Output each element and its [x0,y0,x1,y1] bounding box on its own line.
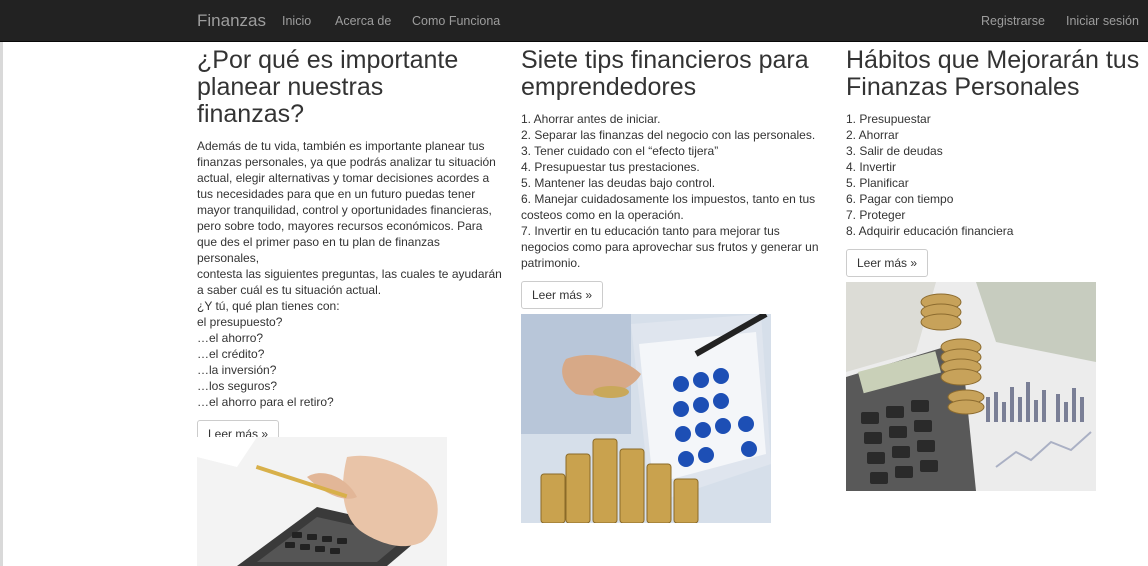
list-item: patrimonio. [521,256,581,270]
calculator-coins-image [521,314,771,523]
brand-link[interactable]: Finanzas [197,11,266,31]
calculator-hand-illustration [197,437,447,566]
calculator-banknotes-image [846,282,1096,491]
body-line: pero sobre todo, mayores recursos económ… [197,219,483,233]
article-body: Además de tu vida, también es importante… [197,138,502,410]
nav-link-inicio[interactable]: Inicio [282,13,311,29]
body-line: contesta las siguientes preguntas, las c… [197,267,502,281]
body-line: finanzas personales, ya que podrás anali… [197,155,496,169]
list-item: 1. Ahorrar antes de iniciar. [521,112,661,126]
list-item: negocios como para aprovechar sus frutos… [521,240,819,254]
calculator-hand-image [197,437,447,566]
calculator-coins-illustration [521,314,771,523]
nav-link-registrarse[interactable]: Registrarse [981,13,1045,29]
list-item: 4. Presupuestar tus prestaciones. [521,160,700,174]
top-navbar: Finanzas Inicio Acerca de Como Funciona … [0,0,1148,42]
list-item: 3. Tener cuidado con el “efecto tijera” [521,144,719,158]
body-line: ¿Y tú, qué plan tienes con: [197,299,340,313]
body-line: …el ahorro para el retiro? [197,395,334,409]
list-item: 2. Ahorrar [846,128,899,142]
left-edge-divider [0,42,3,566]
habits-list: 1. Presupuestar 2. Ahorrar 3. Salir de d… [846,111,1146,239]
nav-link-iniciar-sesion[interactable]: Iniciar sesión [1066,13,1139,29]
article-column-2: Siete tips financieros para emprendedore… [521,47,826,309]
body-line: …el crédito? [197,347,265,361]
list-item: 2. Separar las finanzas del negocio con … [521,128,816,142]
list-item: 6. Pagar con tiempo [846,192,954,206]
body-line: tus necesidades para que en un futuro pu… [197,187,476,201]
list-item: 5. Mantener las deudas bajo control. [521,176,716,190]
body-line: …la inversión? [197,363,277,377]
read-more-button[interactable]: Leer más » [521,281,604,309]
list-item: 1. Presupuestar [846,112,931,126]
article-column-3: Hábitos que Mejorarán tus Finanzas Perso… [846,47,1146,277]
article-title: Siete tips financieros para emprendedore… [521,46,809,101]
tips-list: 1. Ahorrar antes de iniciar. 2. Separar … [521,111,826,271]
body-line: Además de tu vida, también es importante… [197,139,485,153]
article-title: Hábitos que Mejorarán tus Finanzas Perso… [846,46,1140,101]
nav-link-acerca-de[interactable]: Acerca de [335,13,391,29]
body-line: …el ahorro? [197,331,264,345]
article-column-1: ¿Por qué es importante planear nuestras … [197,47,502,448]
body-line: …los seguros? [197,379,278,393]
body-line: a saber cuál es tu situación actual. [197,283,382,297]
list-item: 4. Invertir [846,160,897,174]
body-line: que des el primer paso en tu plan de fin… [197,235,440,265]
list-item: 7. Proteger [846,208,906,222]
list-item: 3. Salir de deudas [846,144,943,158]
read-more-button[interactable]: Leer más » [846,249,929,277]
list-item: 7. Invertir en tu educación tanto para m… [521,224,780,238]
body-line: mayor tranquilidad, control y oportunida… [197,203,492,217]
list-item: 8. Adquirir educación financiera [846,224,1014,238]
body-line: el presupuesto? [197,315,283,329]
list-item: 6. Manejar cuidadosamente los impuestos,… [521,192,816,206]
list-item: 5. Planificar [846,176,909,190]
nav-link-como-funciona[interactable]: Como Funciona [412,13,500,29]
body-line: actual, elegir alternativas y tomar deci… [197,171,490,185]
article-title: ¿Por qué es importante planear nuestras … [197,46,459,128]
list-item: costeos como en la operación. [521,208,684,222]
calculator-banknotes-illustration [846,282,1096,491]
